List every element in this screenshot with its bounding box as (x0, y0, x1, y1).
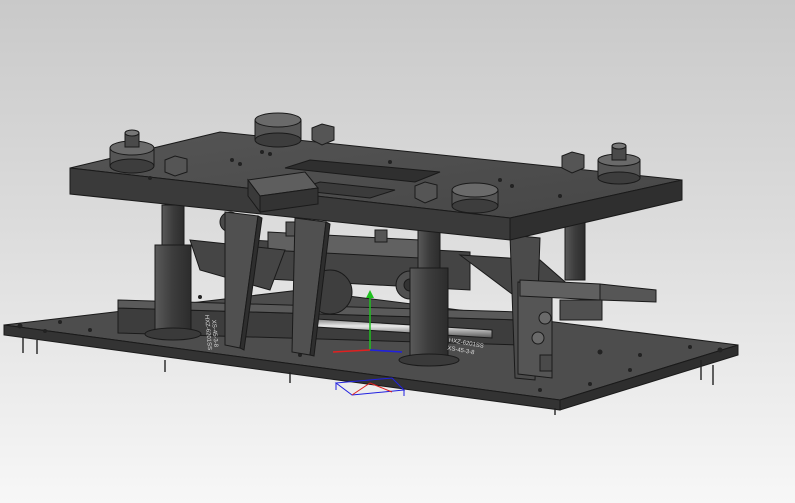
die-set-model[interactable]: HXZ-6201SS HXZ-6201SS XS-45-3-8 XS-45-3-… (0, 0, 795, 503)
bushing-right[interactable] (597, 142, 641, 185)
hex-nut-front[interactable] (414, 181, 438, 204)
guide-pillar-rear-right[interactable] (564, 219, 586, 281)
bushing-left[interactable] (109, 129, 155, 174)
hex-nut-right[interactable] (561, 151, 585, 174)
hex-nut-left[interactable] (164, 155, 188, 177)
cad-3d-viewport[interactable]: HXZ-6201SS HXZ-6201SS XS-45-3-8 XS-45-3-… (0, 0, 795, 503)
hex-nut-top[interactable] (311, 123, 335, 146)
bushing-center[interactable] (254, 112, 302, 148)
bushing-front[interactable] (451, 182, 499, 214)
